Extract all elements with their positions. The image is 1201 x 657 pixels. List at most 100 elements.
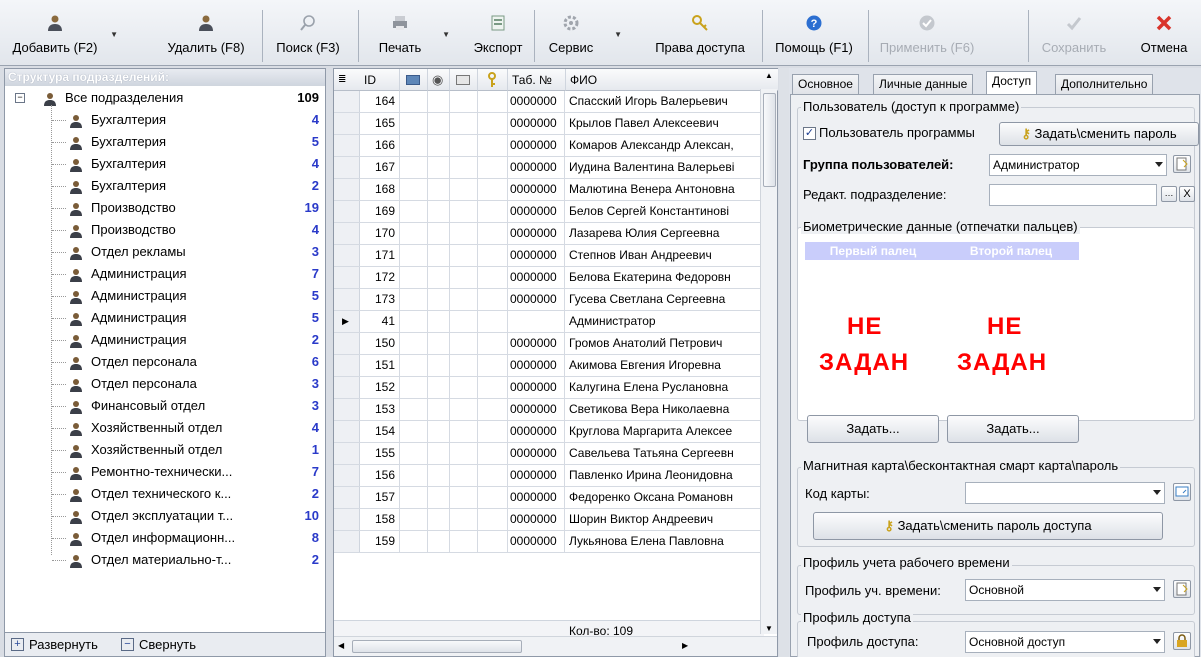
grid-header-fingerprint[interactable]: ◉ bbox=[428, 69, 450, 91]
tree-item[interactable]: Финансовый отдел 3 bbox=[5, 395, 325, 417]
access-profile-select[interactable]: Основной доступ bbox=[965, 631, 1165, 653]
tree-item[interactable]: Администрация 5 bbox=[5, 285, 325, 307]
edit-dept-field[interactable] bbox=[989, 184, 1157, 206]
table-row[interactable]: 152 0000000 Калугина Елена Руслановна bbox=[334, 377, 764, 399]
tree-item[interactable]: Отдел технического к... 2 bbox=[5, 483, 325, 505]
vertical-scroll-thumb[interactable] bbox=[763, 93, 776, 187]
access-rights-button[interactable]: Права доступа bbox=[646, 8, 754, 62]
add-button[interactable]: Добавить (F2) ▼ bbox=[6, 8, 118, 62]
grid-header-select[interactable]: ≣ bbox=[334, 69, 360, 91]
set-second-finger-button[interactable]: Задать... bbox=[947, 415, 1079, 443]
table-row[interactable]: ▶ 41 Администратор bbox=[334, 311, 764, 333]
row-selector[interactable] bbox=[334, 509, 360, 530]
tree-item[interactable]: Ремонтно-технически... 7 bbox=[5, 461, 325, 483]
grid-horizontal-scrollbar[interactable]: ◀ ▶ bbox=[334, 636, 777, 656]
tree-item[interactable]: Бухгалтерия 4 bbox=[5, 109, 325, 131]
row-selector[interactable] bbox=[334, 245, 360, 266]
table-row[interactable]: 157 0000000 Федоренко Оксана Романовн bbox=[334, 487, 764, 509]
edit-group-button[interactable] bbox=[1173, 155, 1191, 173]
row-selector[interactable] bbox=[334, 333, 360, 354]
tree-item[interactable]: Бухгалтерия 2 bbox=[5, 175, 325, 197]
row-selector[interactable] bbox=[334, 267, 360, 288]
set-access-password-button[interactable]: ⚷ Задать\сменить пароль доступа bbox=[813, 512, 1163, 540]
row-selector[interactable] bbox=[334, 487, 360, 508]
grid-header-fio[interactable]: ФИО bbox=[566, 69, 764, 91]
table-row[interactable]: 155 0000000 Савельева Татьяна Сергеевн bbox=[334, 443, 764, 465]
row-selector[interactable]: ▶ bbox=[334, 311, 360, 332]
collapse-button[interactable]: Свернуть bbox=[139, 637, 196, 652]
set-first-finger-button[interactable]: Задать... bbox=[807, 415, 939, 443]
tree-item[interactable]: Отдел рекламы 3 bbox=[5, 241, 325, 263]
tree-item[interactable]: Хозяйственный отдел 1 bbox=[5, 439, 325, 461]
worktime-select[interactable]: Основной bbox=[965, 579, 1165, 601]
collapse-node-icon[interactable]: − bbox=[15, 93, 25, 103]
row-selector[interactable] bbox=[334, 377, 360, 398]
table-row[interactable]: 158 0000000 Шорин Виктор Андреевич bbox=[334, 509, 764, 531]
row-selector[interactable] bbox=[334, 201, 360, 222]
table-row[interactable]: 172 0000000 Белова Екатерина Федоровн bbox=[334, 267, 764, 289]
grid-vertical-scrollbar[interactable]: ▲ ▼ bbox=[760, 71, 777, 634]
card-code-select[interactable] bbox=[965, 482, 1165, 504]
row-selector[interactable] bbox=[334, 531, 360, 552]
grid-header-key[interactable] bbox=[478, 69, 508, 91]
expand-icon[interactable]: + bbox=[11, 638, 24, 651]
grid-header-tab-number[interactable]: Таб. № bbox=[508, 69, 566, 91]
table-row[interactable]: 165 0000000 Крылов Павел Алексеевич bbox=[334, 113, 764, 135]
set-password-button[interactable]: ⚷ Задать\сменить пароль bbox=[999, 122, 1199, 146]
scroll-right-icon[interactable]: ▶ bbox=[682, 641, 688, 650]
row-selector[interactable] bbox=[334, 443, 360, 464]
table-row[interactable]: 168 0000000 Малютина Венера Антоновна bbox=[334, 179, 764, 201]
tree-item[interactable]: Бухгалтерия 4 bbox=[5, 153, 325, 175]
search-button[interactable]: Поиск (F3) bbox=[268, 8, 348, 62]
apply-button[interactable]: Применить (F6) bbox=[874, 8, 980, 62]
row-selector[interactable] bbox=[334, 157, 360, 178]
user-program-checkbox[interactable]: ✓ bbox=[803, 127, 816, 140]
export-button[interactable]: Экспорт bbox=[468, 8, 528, 62]
card-reader-button[interactable] bbox=[1173, 483, 1191, 501]
table-row[interactable]: 169 0000000 Белов Сергей Константинові bbox=[334, 201, 764, 223]
delete-button[interactable]: Удалить (F8) bbox=[160, 8, 252, 62]
row-selector[interactable] bbox=[334, 289, 360, 310]
tree-item[interactable]: Администрация 2 bbox=[5, 329, 325, 351]
panel-splitter[interactable] bbox=[779, 68, 789, 657]
tree-item[interactable]: Отдел персонала 6 bbox=[5, 351, 325, 373]
tree-item[interactable]: Отдел персонала 3 bbox=[5, 373, 325, 395]
tree-item[interactable]: Отдел материально-т... 2 bbox=[5, 549, 325, 571]
collapse-icon[interactable]: − bbox=[121, 638, 134, 651]
table-row[interactable]: 164 0000000 Спасский Игорь Валерьевич bbox=[334, 91, 764, 113]
table-row[interactable]: 167 0000000 Иудина Валентина Валерьевi bbox=[334, 157, 764, 179]
scroll-down-icon[interactable]: ▼ bbox=[765, 624, 773, 633]
scroll-up-icon[interactable]: ▲ bbox=[765, 71, 773, 80]
tab-main[interactable]: Основное bbox=[792, 74, 859, 95]
column-chooser-icon[interactable]: ≣ bbox=[338, 69, 346, 91]
tree-item[interactable]: Отдел эксплуатации т... 10 bbox=[5, 505, 325, 527]
table-row[interactable]: 151 0000000 Акимова Евгения Игоревна bbox=[334, 355, 764, 377]
access-profile-lock-button[interactable] bbox=[1173, 632, 1191, 650]
grid-header-id[interactable]: ID bbox=[360, 69, 400, 91]
tab-personal-data[interactable]: Личные данные bbox=[873, 74, 974, 95]
tree-item[interactable]: Производство 19 bbox=[5, 197, 325, 219]
scroll-left-icon[interactable]: ◀ bbox=[338, 641, 344, 650]
help-button[interactable]: ? Помощь (F1) bbox=[766, 8, 862, 62]
horizontal-scroll-thumb[interactable] bbox=[352, 640, 522, 653]
table-row[interactable]: 173 0000000 Гусева Светлана Сергеевна bbox=[334, 289, 764, 311]
table-row[interactable]: 166 0000000 Комаров Александр Алексан, bbox=[334, 135, 764, 157]
tab-access[interactable]: Доступ bbox=[986, 71, 1038, 96]
row-selector[interactable] bbox=[334, 135, 360, 156]
browse-dept-button[interactable]: … bbox=[1161, 186, 1177, 202]
cancel-button[interactable]: Отмена bbox=[1134, 8, 1194, 62]
service-button[interactable]: Сервис ▼ bbox=[540, 8, 622, 62]
tree-root-item[interactable]: − Все подразделения 109 bbox=[5, 87, 325, 109]
tree-item[interactable]: Администрация 5 bbox=[5, 307, 325, 329]
row-selector[interactable] bbox=[334, 179, 360, 200]
row-selector[interactable] bbox=[334, 113, 360, 134]
print-button[interactable]: Печать ▼ bbox=[370, 8, 450, 62]
expand-button[interactable]: Развернуть bbox=[29, 637, 98, 652]
tree-item[interactable]: Бухгалтерия 5 bbox=[5, 131, 325, 153]
tree-item[interactable]: Хозяйственный отдел 4 bbox=[5, 417, 325, 439]
row-selector[interactable] bbox=[334, 355, 360, 376]
table-row[interactable]: 159 0000000 Лукьянова Елена Павловна bbox=[334, 531, 764, 553]
row-selector[interactable] bbox=[334, 465, 360, 486]
table-row[interactable]: 150 0000000 Громов Анатолий Петрович bbox=[334, 333, 764, 355]
row-selector[interactable] bbox=[334, 399, 360, 420]
